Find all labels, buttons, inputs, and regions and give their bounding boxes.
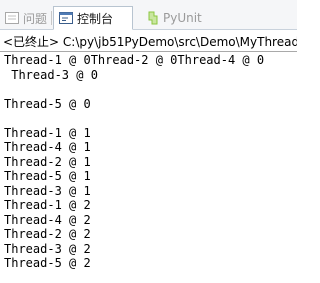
console-line: Thread-1 @ 0Thread-2 @ 0Thread-4 @ 0 xyxy=(4,53,265,67)
console-line: Thread-5 @ 1 xyxy=(4,169,91,183)
console-line: Thread-3 @ 2 xyxy=(4,241,91,256)
console-line: Thread-3 @ 1 xyxy=(4,183,91,198)
tab-pyunit[interactable]: PyUnit xyxy=(140,6,202,30)
console-line: Thread-2 @ 2 xyxy=(4,227,91,241)
tab-problems-label: 问题 xyxy=(23,11,48,26)
tab-console-label: 控制台 xyxy=(77,11,114,26)
tab-pyunit-label: PyUnit xyxy=(163,11,202,25)
console-line: Thread-3 @ 0 xyxy=(4,67,98,82)
pyunit-icon xyxy=(144,10,160,26)
tab-divider xyxy=(51,11,52,25)
console-line: Thread-4 @ 2 xyxy=(4,212,91,227)
console-line: Thread-1 @ 2 xyxy=(4,198,91,212)
console-line: Thread-4 @ 1 xyxy=(4,140,91,154)
console-line: Thread-5 @ 0 xyxy=(4,96,91,111)
console-icon xyxy=(58,10,74,26)
status-divider xyxy=(0,51,297,52)
console-status-line: <已终止> C:\py\jb51PyDemo\src\Demo\MyThread xyxy=(3,35,297,49)
tab-problems[interactable]: 问题 xyxy=(2,6,51,30)
console-line: Thread-1 @ 1 xyxy=(4,125,91,140)
console-line: Thread-5 @ 2 xyxy=(4,256,91,270)
view-tab-bar: 问题 控制台 PyUnit xyxy=(0,0,297,30)
tab-console[interactable]: 控制台 xyxy=(53,6,134,30)
problems-icon xyxy=(4,10,20,26)
console-line: Thread-2 @ 1 xyxy=(4,154,91,169)
console-output[interactable]: Thread-1 @ 0Thread-2 @ 0Thread-4 @ 0 Thr… xyxy=(0,53,297,283)
